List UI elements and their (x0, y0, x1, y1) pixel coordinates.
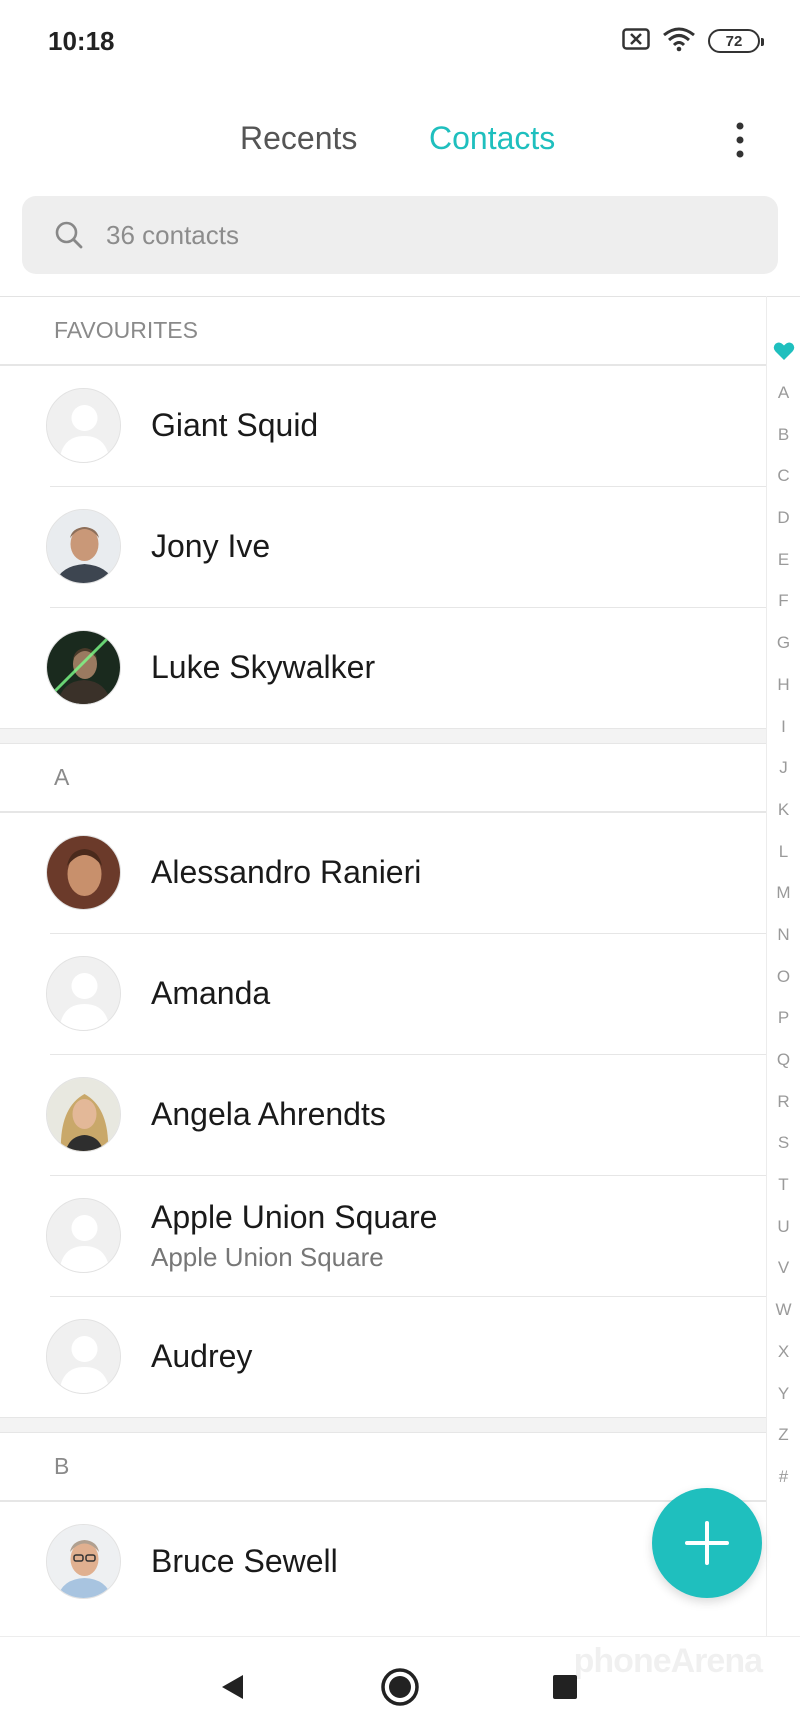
avatar-photo (46, 1077, 121, 1152)
alphabet-index[interactable]: A B C D E F G H I J K L M N O P Q R S T … (766, 296, 800, 1636)
alphabet-letter[interactable]: K (778, 789, 789, 831)
status-bar: 10:18 72 (0, 0, 800, 84)
section-header-b: B (0, 1433, 766, 1501)
home-button[interactable] (370, 1659, 430, 1715)
avatar-photo (46, 509, 121, 584)
alphabet-letter[interactable]: M (776, 872, 790, 914)
favourites-heart-icon[interactable] (773, 336, 795, 366)
contact-row-giant-squid[interactable]: Giant Squid (0, 365, 766, 486)
alphabet-letter[interactable]: O (777, 956, 790, 998)
alphabet-letter[interactable]: I (781, 706, 786, 748)
more-vertical-icon (736, 122, 744, 158)
alphabet-letter[interactable]: E (778, 539, 789, 581)
avatar-placeholder (46, 1198, 121, 1273)
alphabet-letter[interactable]: T (778, 1164, 788, 1206)
no-sim-icon (622, 27, 650, 55)
contact-name: Apple Union Square (151, 1198, 438, 1235)
search-input[interactable] (106, 219, 746, 251)
battery-icon: 72 (708, 29, 764, 53)
alphabet-letter[interactable]: G (777, 622, 790, 664)
avatar-photo (46, 835, 121, 910)
alphabet-letter[interactable]: W (775, 1289, 791, 1331)
contact-row-alessandro-ranieri[interactable]: Alessandro Ranieri (0, 812, 766, 933)
tab-contacts[interactable]: Contacts (429, 120, 555, 157)
section-header-favourites: FAVOURITES (0, 297, 766, 365)
alphabet-letter[interactable]: A (778, 372, 789, 414)
home-circle-icon (381, 1668, 419, 1706)
contact-row-jony-ive[interactable]: Jony Ive (0, 486, 766, 607)
contact-name: Jony Ive (151, 528, 271, 564)
tab-recents[interactable]: Recents (240, 120, 357, 157)
more-options-button[interactable] (720, 116, 760, 164)
section-divider (0, 728, 766, 744)
alphabet-letter[interactable]: Y (778, 1373, 789, 1415)
avatar-placeholder (46, 956, 121, 1031)
section-header-a: A (0, 744, 766, 812)
status-icons: 72 (622, 26, 764, 57)
battery-level: 72 (725, 32, 743, 50)
contact-name: Amanda (151, 975, 271, 1011)
alphabet-letter[interactable]: B (778, 414, 789, 456)
header: Recents Contacts (0, 100, 800, 180)
alphabet-letter[interactable]: N (777, 914, 789, 956)
alphabet-letter[interactable]: X (778, 1331, 789, 1373)
add-contact-button[interactable] (652, 1488, 762, 1598)
contact-list: FAVOURITES Giant Squid Jony Ive Luke Sky… (0, 297, 766, 1622)
alphabet-letter[interactable]: C (777, 455, 789, 497)
contact-name: Alessandro Ranieri (151, 854, 422, 890)
avatar-placeholder (46, 1319, 121, 1394)
contacts-screen: 10:18 72 Recents Contacts FAVOURITES (0, 0, 800, 1733)
watermark: phoneArena (573, 1642, 763, 1680)
alphabet-letter[interactable]: S (778, 1122, 789, 1164)
contact-row-bruce-sewell[interactable]: Bruce Sewell (0, 1501, 766, 1622)
alphabet-letter[interactable]: V (778, 1247, 789, 1289)
alphabet-letter[interactable]: Z (778, 1414, 788, 1456)
back-triangle-icon (222, 1675, 243, 1699)
alphabet-letter[interactable]: D (777, 497, 789, 539)
contact-subtitle: Apple Union Square (151, 1241, 384, 1272)
contact-row-amanda[interactable]: Amanda (0, 933, 766, 1054)
contact-row-luke-skywalker[interactable]: Luke Skywalker (0, 607, 766, 728)
contact-name: Bruce Sewell (151, 1543, 338, 1579)
alphabet-letter[interactable]: Q (777, 1039, 790, 1081)
contact-name: Giant Squid (151, 407, 319, 443)
contact-name: Luke Skywalker (151, 649, 376, 685)
contact-name: Angela Ahrendts (151, 1096, 386, 1132)
contact-row-audrey[interactable]: Audrey (0, 1296, 766, 1417)
search-bar[interactable] (22, 196, 778, 274)
search-icon (52, 218, 86, 252)
avatar-photo (46, 1524, 121, 1599)
contact-row-apple-union-square[interactable]: Apple Union Square Apple Union Square (0, 1175, 766, 1296)
contact-name: Audrey (151, 1338, 253, 1374)
alphabet-letter[interactable]: U (777, 1206, 789, 1248)
alphabet-letter[interactable]: H (777, 664, 789, 706)
status-time: 10:18 (48, 26, 115, 56)
section-divider (0, 1417, 766, 1433)
plus-icon (685, 1521, 729, 1565)
alphabet-letter[interactable]: J (779, 747, 788, 789)
avatar-placeholder (46, 388, 121, 463)
alphabet-letter[interactable]: # (779, 1456, 788, 1498)
alphabet-letter[interactable]: P (778, 997, 789, 1039)
back-button[interactable] (202, 1659, 262, 1715)
alphabet-letter[interactable]: F (778, 580, 788, 622)
avatar-photo (46, 630, 121, 705)
contact-row-angela-ahrendts[interactable]: Angela Ahrendts (0, 1054, 766, 1175)
wifi-icon (662, 26, 696, 57)
alphabet-letter[interactable]: L (779, 831, 788, 873)
alphabet-letter[interactable]: R (777, 1081, 789, 1123)
